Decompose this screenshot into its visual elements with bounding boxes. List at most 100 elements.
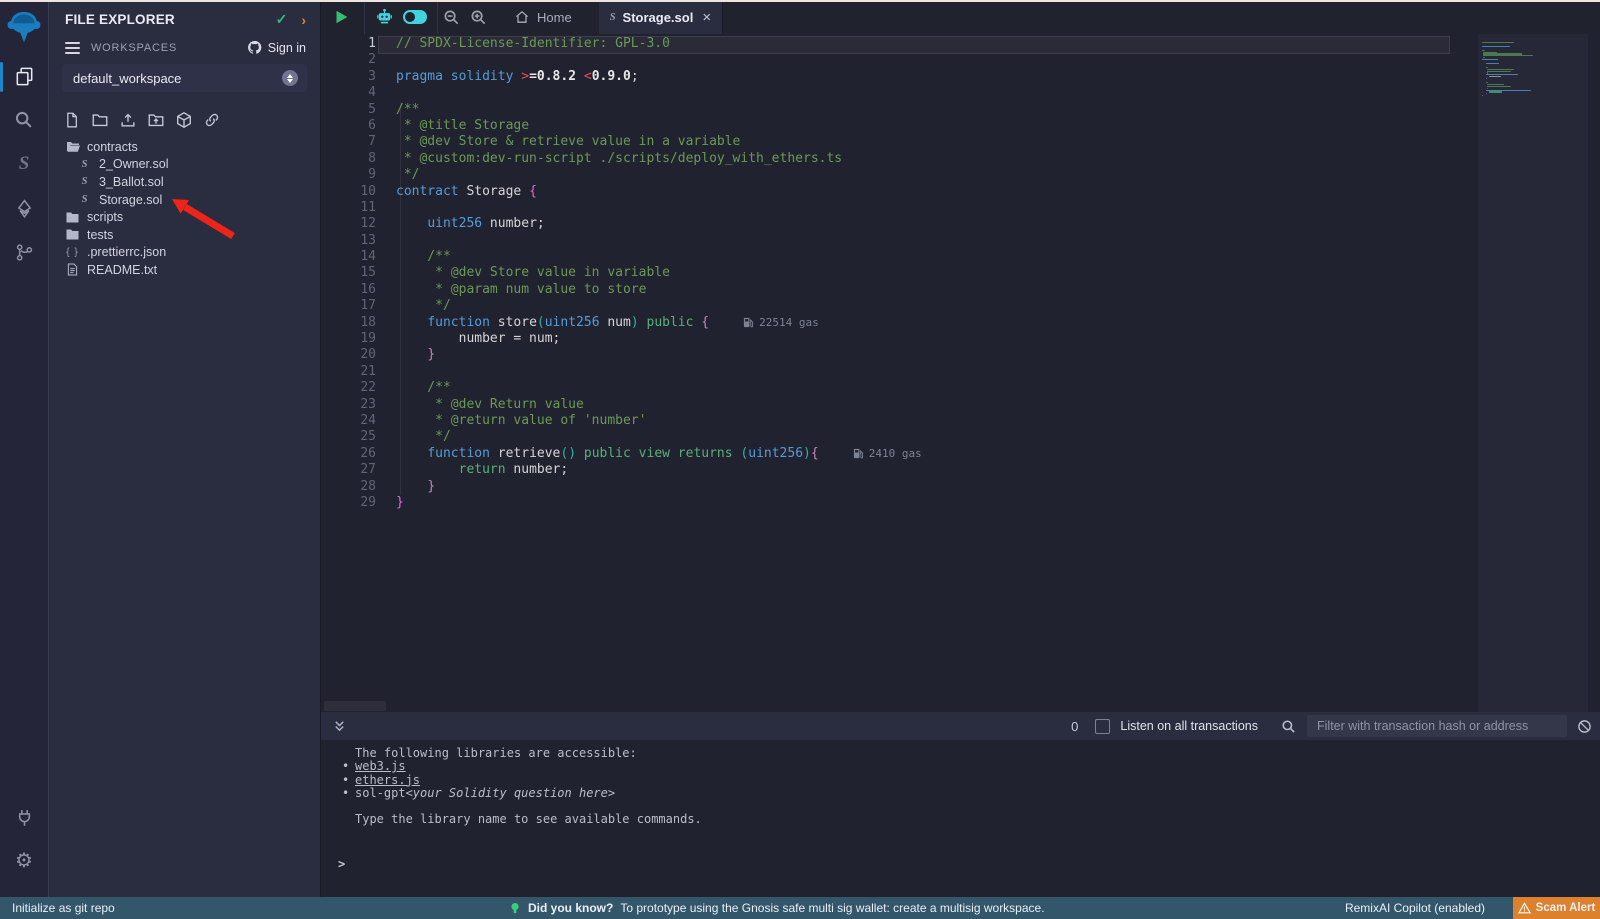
code-line[interactable]: 8 * @custom:dev-run-script ./scripts/dep… bbox=[321, 151, 922, 167]
zoom-in-icon[interactable] bbox=[470, 9, 487, 26]
tree-item-readme-txt[interactable]: README.txt bbox=[49, 261, 320, 279]
tab-home[interactable]: Home bbox=[514, 9, 572, 25]
filter-transactions-input[interactable] bbox=[1307, 715, 1567, 737]
minimap[interactable] bbox=[1478, 34, 1588, 712]
github-icon bbox=[247, 40, 262, 55]
tabbar-separator bbox=[437, 0, 438, 34]
code-text: pragma solidity >=0.8.2 <0.9.0; bbox=[396, 69, 639, 85]
line-number: 24 bbox=[321, 413, 376, 429]
tree-item-label: Storage.sol bbox=[99, 193, 162, 207]
sol-gpt-prefix: sol-gpt bbox=[355, 787, 406, 800]
code-line[interactable]: 4 bbox=[321, 85, 922, 101]
terminal-search-icon[interactable] bbox=[1281, 719, 1296, 734]
code-line[interactable]: 18 function store(uint256 num) public {2… bbox=[321, 315, 922, 331]
upload-folder-icon[interactable] bbox=[147, 111, 165, 129]
remixai-robot-icon[interactable] bbox=[375, 8, 394, 27]
code-line[interactable]: 6 * @title Storage bbox=[321, 118, 922, 134]
terminal[interactable]: The following libraries are accessible:•… bbox=[321, 740, 1600, 897]
code-line[interactable]: 27 return number; bbox=[321, 462, 922, 478]
json-file-icon: { } bbox=[65, 247, 80, 258]
code-line[interactable]: 10contract Storage { bbox=[321, 184, 922, 200]
zoom-out-icon[interactable] bbox=[443, 9, 460, 26]
settings-gear-icon[interactable]: ⚙ bbox=[0, 839, 48, 883]
code-line[interactable]: 24 * @return value of 'number' bbox=[321, 413, 922, 429]
git-init-button[interactable]: Initialize as git repo bbox=[12, 897, 115, 919]
line-number: 2 bbox=[321, 52, 376, 68]
file-explorer-icon[interactable] bbox=[0, 54, 48, 98]
code-line[interactable]: 13 bbox=[321, 233, 922, 249]
code-line[interactable]: 20 } bbox=[321, 347, 922, 363]
remix-ide-window: S ⚙ FILE EXPLORER bbox=[0, 0, 1600, 919]
clear-console-icon[interactable] bbox=[1577, 719, 1592, 734]
code-line[interactable]: 3pragma solidity >=0.8.2 <0.9.0; bbox=[321, 69, 922, 85]
scam-alert-button[interactable]: Scam Alert bbox=[1513, 897, 1600, 919]
code-line[interactable]: 25 */ bbox=[321, 429, 922, 445]
deploy-run-icon[interactable] bbox=[0, 186, 48, 230]
git-icon[interactable] bbox=[0, 230, 48, 274]
terminal-prompt[interactable]: > bbox=[338, 857, 345, 871]
listen-all-transactions-checkbox[interactable] bbox=[1095, 719, 1110, 734]
code-line[interactable]: 12 uint256 number; bbox=[321, 216, 922, 232]
search-icon[interactable] bbox=[0, 98, 48, 142]
code-line[interactable]: 2 bbox=[321, 52, 922, 68]
chevron-right-icon[interactable]: › bbox=[301, 12, 306, 28]
code-text: function retrieve() public view returns … bbox=[396, 446, 819, 462]
code-line[interactable]: 22 /** bbox=[321, 380, 922, 396]
code-line[interactable]: 23 * @dev Return value bbox=[321, 397, 922, 413]
code-line[interactable]: 29} bbox=[321, 495, 922, 511]
tree-item-3-ballot-sol[interactable]: S3_Ballot.sol bbox=[49, 173, 320, 191]
code-line[interactable]: 16 * @param num value to store bbox=[321, 282, 922, 298]
library-link[interactable]: web3.js bbox=[355, 760, 406, 773]
tree-item-storage-sol[interactable]: SStorage.sol bbox=[49, 191, 320, 209]
listen-all-transactions-label: Listen on all transactions bbox=[1120, 719, 1258, 733]
new-folder-icon[interactable] bbox=[91, 111, 109, 129]
github-sign-in[interactable]: Sign in bbox=[247, 40, 306, 55]
copilot-status[interactable]: RemixAI Copilot (enabled) bbox=[1345, 897, 1485, 919]
code-line[interactable]: 26 function retrieve() public view retur… bbox=[321, 446, 922, 462]
library-link[interactable]: ethers.js bbox=[355, 774, 420, 787]
code-line[interactable]: 21 bbox=[321, 364, 922, 380]
solidity-compiler-icon[interactable]: S bbox=[0, 142, 48, 186]
minimap-line bbox=[1482, 59, 1498, 60]
workspaces-menu-icon[interactable] bbox=[65, 42, 80, 54]
minimap-line bbox=[1482, 50, 1485, 51]
code-line[interactable]: 28 } bbox=[321, 479, 922, 495]
tree-item-2-owner-sol[interactable]: S2_Owner.sol bbox=[49, 156, 320, 174]
remix-logo-icon[interactable] bbox=[0, 2, 48, 54]
code-line[interactable]: 17 */ bbox=[321, 298, 922, 314]
code-line[interactable]: 1// SPDX-License-Identifier: GPL-3.0 bbox=[321, 36, 922, 52]
collapse-terminal-icon[interactable] bbox=[333, 719, 346, 733]
did-you-know-tip: Did you know? To prototype using the Gno… bbox=[509, 897, 1045, 919]
horizontal-scrollbar-thumb[interactable] bbox=[324, 701, 386, 711]
minimap-line bbox=[1486, 67, 1489, 68]
plugin-manager-icon[interactable] bbox=[0, 795, 48, 839]
tree-item-scripts[interactable]: scripts bbox=[49, 208, 320, 226]
new-file-icon[interactable] bbox=[64, 111, 81, 129]
code-line[interactable]: 14 /** bbox=[321, 249, 922, 265]
code-line[interactable]: 19 number = num; bbox=[321, 331, 922, 347]
cube-icon[interactable] bbox=[175, 111, 193, 129]
remixai-toggle[interactable] bbox=[403, 10, 427, 24]
line-number: 13 bbox=[321, 233, 376, 249]
code-lines: 1// SPDX-License-Identifier: GPL-3.023pr… bbox=[321, 36, 922, 511]
tree-item-label: tests bbox=[87, 228, 113, 242]
close-tab-icon[interactable]: × bbox=[702, 10, 711, 25]
tree-item-tests[interactable]: tests bbox=[49, 226, 320, 244]
code-text: * @dev Store & retrieve value in a varia… bbox=[396, 134, 740, 150]
tree-item-contracts[interactable]: contracts bbox=[49, 138, 320, 156]
code-line[interactable]: 7 * @dev Store & retrieve value in a var… bbox=[321, 134, 922, 150]
line-number: 1 bbox=[321, 36, 376, 52]
code-line[interactable]: 9 */ bbox=[321, 167, 922, 183]
minimap-line bbox=[1489, 76, 1501, 77]
tab-storage-sol[interactable]: S Storage.sol × bbox=[599, 0, 723, 34]
code-line[interactable]: 5/** bbox=[321, 102, 922, 118]
code-editor[interactable]: 1// SPDX-License-Identifier: GPL-3.023pr… bbox=[321, 34, 1600, 712]
tree-item--prettierrc-json[interactable]: { }.prettierrc.json bbox=[49, 244, 320, 262]
workspace-select[interactable]: default_workspace bbox=[62, 64, 307, 92]
code-line[interactable]: 15 * @dev Store value in variable bbox=[321, 265, 922, 281]
link-icon[interactable] bbox=[203, 111, 221, 129]
upload-file-icon[interactable] bbox=[119, 111, 137, 129]
code-text: * @title Storage bbox=[396, 118, 529, 134]
run-script-button[interactable] bbox=[332, 8, 350, 26]
code-line[interactable]: 11 bbox=[321, 200, 922, 216]
